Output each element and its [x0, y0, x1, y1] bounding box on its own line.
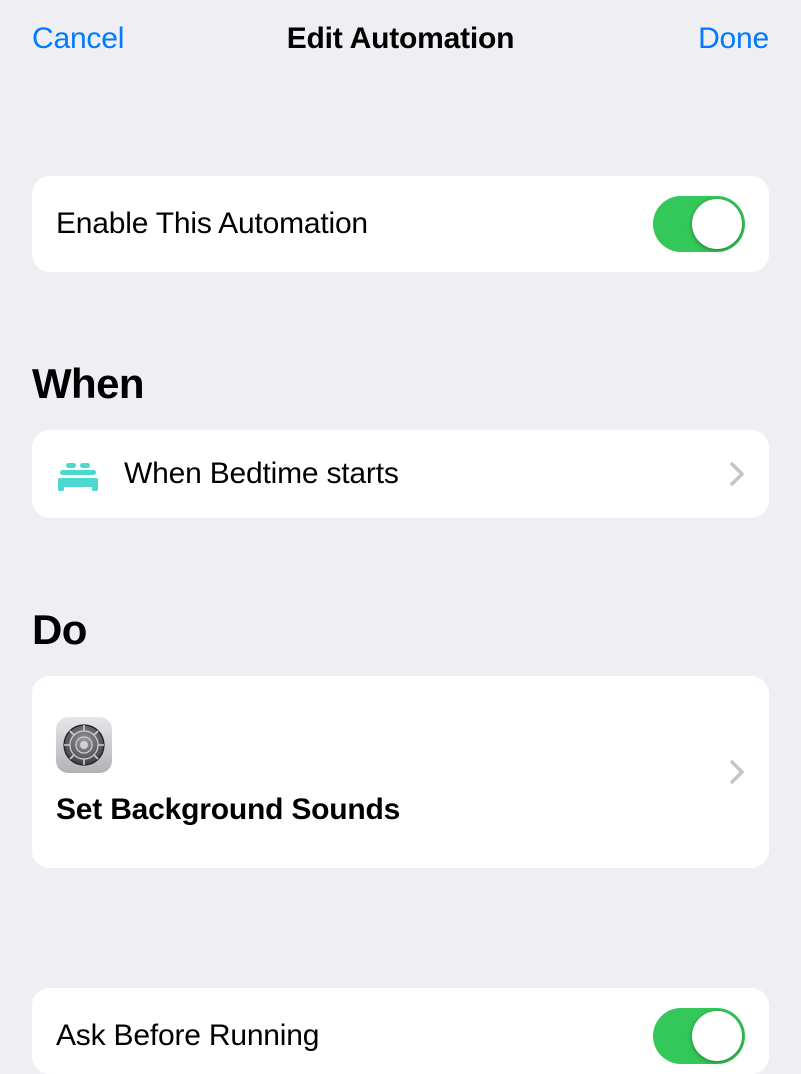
when-header: When [32, 360, 769, 408]
bed-icon [56, 452, 100, 496]
cancel-button[interactable]: Cancel [32, 22, 124, 56]
chevron-right-icon [729, 462, 745, 486]
page-title: Edit Automation [249, 22, 552, 56]
enable-automation-toggle[interactable] [653, 196, 745, 252]
ask-before-running-label: Ask Before Running [56, 1019, 653, 1053]
done-button[interactable]: Done [698, 22, 769, 56]
enable-automation-card: Enable This Automation [32, 176, 769, 272]
do-header: Do [32, 606, 769, 654]
ask-before-running-card: Ask Before Running [32, 988, 769, 1074]
when-trigger-label: When Bedtime starts [124, 457, 715, 491]
chevron-right-icon [729, 760, 745, 784]
enable-automation-row: Enable This Automation [32, 176, 769, 272]
switch-knob [692, 1011, 742, 1061]
ask-before-running-row: Ask Before Running [32, 988, 769, 1074]
settings-app-icon [56, 717, 112, 773]
do-action-label: Set Background Sounds [56, 793, 715, 827]
ask-before-running-toggle[interactable] [653, 1008, 745, 1064]
switch-knob [692, 199, 742, 249]
when-trigger-row[interactable]: When Bedtime starts [32, 430, 769, 518]
navbar: Cancel Edit Automation Done [0, 0, 801, 78]
enable-automation-label: Enable This Automation [56, 207, 653, 241]
do-action-row[interactable]: Set Background Sounds [32, 676, 769, 868]
when-card: When Bedtime starts [32, 430, 769, 518]
do-card: Set Background Sounds [32, 676, 769, 868]
